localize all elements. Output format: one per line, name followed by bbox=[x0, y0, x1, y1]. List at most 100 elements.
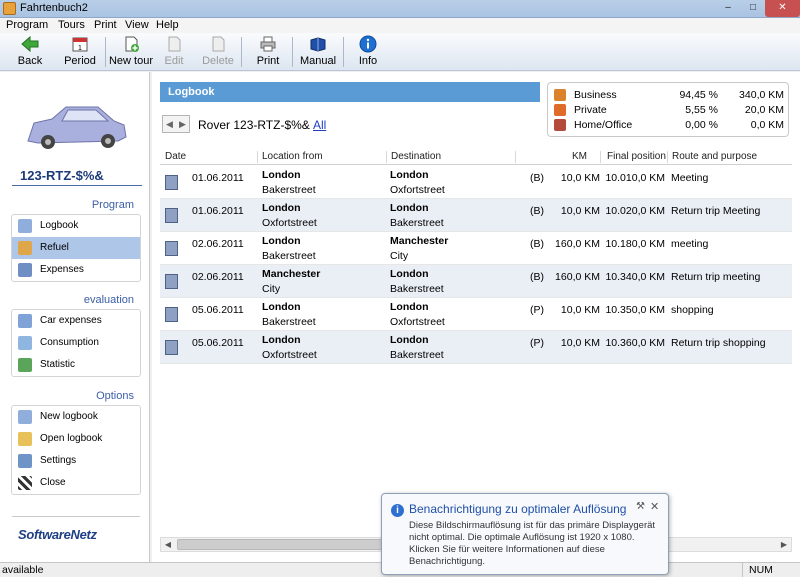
sidebar: 123-RTZ-$%& Program Logbook Refuel Expen… bbox=[0, 72, 150, 562]
scroll-right-icon[interactable]: ▶ bbox=[777, 538, 791, 551]
manual-label: Manual bbox=[299, 55, 337, 67]
minimize-button[interactable]: – bbox=[715, 0, 741, 17]
chart-icon bbox=[18, 358, 32, 372]
cell-purpose: meeting bbox=[671, 238, 709, 250]
options-group: New logbook Open logbook Settings Close bbox=[11, 405, 141, 495]
close-icon[interactable]: ✕ bbox=[650, 500, 659, 513]
manual-button[interactable]: Manual bbox=[298, 35, 338, 69]
cell-from-street: Bakerstreet bbox=[262, 250, 316, 262]
cell-to-street: Bakerstreet bbox=[390, 217, 444, 229]
cell-final-position: 10.180,0 KM bbox=[605, 238, 665, 250]
wrench-icon[interactable]: ⚒ bbox=[636, 501, 645, 512]
sidebar-item-new-logbook[interactable]: New logbook bbox=[12, 406, 140, 428]
menu-help[interactable]: Help bbox=[156, 18, 179, 33]
delete-label: Delete bbox=[202, 55, 234, 67]
all-vehicles-link[interactable]: All bbox=[313, 118, 326, 132]
svg-text:1: 1 bbox=[78, 45, 82, 52]
cell-from-street: City bbox=[262, 283, 281, 295]
summary-home-office: Home/Office 0,00 % 0,0 KM bbox=[554, 118, 786, 133]
table-row[interactable]: 05.06.2011 London Bakerstreet London Oxforts… bbox=[160, 298, 792, 331]
summary-km: 340,0 KM bbox=[739, 89, 784, 101]
section-program-title: Program bbox=[91, 199, 134, 211]
col-purpose[interactable]: Route and purpose bbox=[672, 151, 757, 162]
cell-from-street: Bakerstreet bbox=[262, 316, 316, 328]
resolution-notification[interactable]: i Benachrichtigung zu optimaler Auflösun… bbox=[381, 493, 669, 575]
sidebar-item-statistic[interactable]: Statistic bbox=[12, 354, 140, 376]
cell-to-street: Bakerstreet bbox=[390, 349, 444, 361]
cell-from-street: Oxfortstreet bbox=[262, 349, 317, 361]
info-button[interactable]: Info bbox=[352, 35, 384, 69]
cell-final-position: 10.360,0 KM bbox=[605, 337, 665, 349]
menu-print[interactable]: Print bbox=[94, 18, 117, 33]
scroll-left-icon[interactable]: ◀ bbox=[161, 538, 175, 551]
cell-final-position: 10.350,0 KM bbox=[605, 304, 665, 316]
back-button[interactable]: Back bbox=[6, 35, 54, 69]
new-tour-button[interactable]: New tour bbox=[108, 35, 154, 69]
cell-final-position: 10.020,0 KM bbox=[605, 205, 665, 217]
print-label: Print bbox=[256, 55, 280, 67]
table-row[interactable]: 05.06.2011 London Oxfortstreet London Bakers… bbox=[160, 331, 792, 364]
sidebar-item-open-logbook[interactable]: Open logbook bbox=[12, 428, 140, 450]
business-person-icon bbox=[554, 89, 566, 101]
vehicle-title: 123-RTZ-$%& bbox=[20, 168, 104, 183]
table-row[interactable]: 02.06.2011 Manchester City London Bakerstree… bbox=[160, 265, 792, 298]
table-row[interactable]: 01.06.2011 London Bakerstreet London Oxforts… bbox=[160, 166, 792, 199]
prev-vehicle-button[interactable]: ◀ bbox=[163, 116, 176, 132]
col-from[interactable]: Location from bbox=[262, 151, 323, 162]
sidebar-item-refuel[interactable]: Refuel bbox=[12, 237, 140, 259]
vehicle-name: Rover 123-RTZ-$%& bbox=[198, 118, 310, 132]
sidebar-item-label: Car expenses bbox=[40, 315, 102, 326]
sidebar-item-close[interactable]: Close bbox=[12, 472, 140, 494]
info-icon bbox=[359, 35, 377, 53]
folder-icon bbox=[18, 432, 32, 446]
summary-percent: 0,00 % bbox=[685, 119, 718, 131]
delete-button[interactable]: Delete bbox=[200, 35, 236, 69]
sidebar-item-settings[interactable]: Settings bbox=[12, 450, 140, 472]
app-icon bbox=[3, 2, 16, 15]
sidebar-item-label: Refuel bbox=[40, 242, 69, 253]
cell-purpose: Return trip shopping bbox=[671, 337, 766, 349]
summary-km: 0,0 KM bbox=[750, 119, 784, 131]
program-group: Logbook Refuel Expenses bbox=[11, 214, 141, 282]
maximize-button[interactable]: □ bbox=[741, 0, 765, 17]
menu-view[interactable]: View bbox=[125, 18, 149, 33]
menu-tours[interactable]: Tours bbox=[58, 18, 85, 33]
title-bar: Fahrtenbuch2 – □ ✕ bbox=[0, 0, 800, 18]
toolbar: Back 1 Period New tour Edit Delete Print… bbox=[0, 33, 800, 71]
col-destination[interactable]: Destination bbox=[391, 151, 441, 162]
num-lock-indicator: NUM bbox=[742, 563, 782, 577]
table-row[interactable]: 02.06.2011 London Bakerstreet Manchester Cit… bbox=[160, 232, 792, 265]
summary-business: Business 94,45 % 340,0 KM bbox=[554, 88, 786, 103]
sidebar-item-consumption[interactable]: Consumption bbox=[12, 332, 140, 354]
bucket-icon bbox=[18, 336, 32, 350]
col-date[interactable]: Date bbox=[165, 151, 186, 162]
sidebar-item-logbook[interactable]: Logbook bbox=[12, 215, 140, 237]
print-button[interactable]: Print bbox=[252, 35, 284, 69]
scroll-thumb[interactable] bbox=[177, 539, 393, 550]
menu-program[interactable]: Program bbox=[6, 18, 48, 33]
cell-purpose: Meeting bbox=[671, 172, 709, 184]
evaluation-group: Car expenses Consumption Statistic bbox=[11, 309, 141, 377]
summary-private: Private 5,55 % 20,0 KM bbox=[554, 103, 786, 118]
sidebar-item-car-expenses[interactable]: Car expenses bbox=[12, 310, 140, 332]
cell-from-street: Bakerstreet bbox=[262, 184, 316, 196]
col-km[interactable]: KM bbox=[572, 151, 587, 162]
period-button[interactable]: 1 Period bbox=[60, 35, 100, 69]
cell-to-street: City bbox=[390, 250, 409, 262]
back-label: Back bbox=[17, 55, 43, 67]
close-window-button[interactable]: ✕ bbox=[765, 0, 800, 17]
col-final-position[interactable]: Final position bbox=[607, 151, 666, 162]
summary-percent: 94,45 % bbox=[679, 89, 718, 101]
next-vehicle-button[interactable]: ▶ bbox=[176, 116, 189, 132]
sidebar-item-label: Settings bbox=[40, 455, 77, 466]
logbook-header: Logbook bbox=[160, 82, 540, 102]
table-row[interactable]: 01.06.2011 London Oxfortstreet London Bakers… bbox=[160, 199, 792, 232]
summary-km: 20,0 KM bbox=[744, 104, 784, 116]
cell-to-street: Oxfortstreet bbox=[390, 184, 445, 196]
sidebar-item-expenses[interactable]: Expenses bbox=[12, 259, 140, 281]
edit-button[interactable]: Edit bbox=[160, 35, 188, 69]
cell-purpose: shopping bbox=[671, 304, 714, 316]
cell-to-street: Oxfortstreet bbox=[390, 316, 445, 328]
settings-icon bbox=[18, 454, 32, 468]
summary-label: Home/Office bbox=[574, 119, 633, 131]
